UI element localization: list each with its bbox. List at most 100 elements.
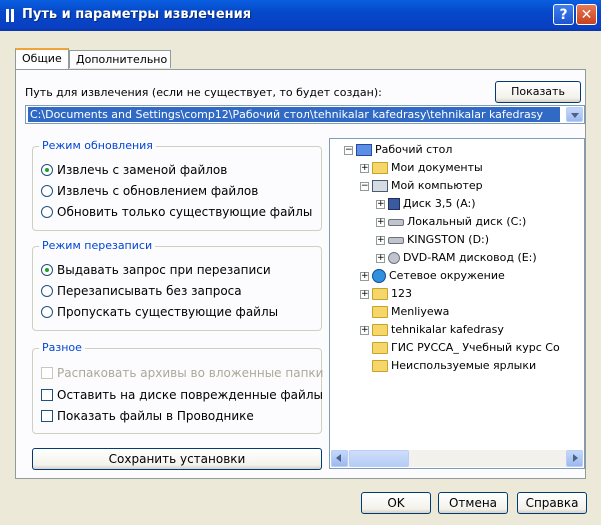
tree-node-dvd-e[interactable]: + DVD-RAM дисковод (E:) bbox=[376, 250, 537, 266]
tree-node-floppy-a[interactable]: + Диск 3,5 (A:) bbox=[376, 196, 476, 212]
expand-toggle-icon[interactable]: + bbox=[376, 217, 385, 227]
update-mode-group: Режим обновления Извлечь с заменой файло… bbox=[32, 139, 322, 231]
tree-node-kingston-d[interactable]: + KINGSTON (D:) bbox=[376, 232, 489, 248]
tab-general[interactable]: Общие bbox=[15, 48, 69, 69]
radio-label: Извлечь с обновлением файлов bbox=[57, 184, 259, 198]
tree-node-123[interactable]: +123 bbox=[360, 286, 412, 302]
folder-icon bbox=[372, 324, 388, 336]
show-button[interactable]: Показать bbox=[495, 81, 581, 103]
radio-selected-icon[interactable] bbox=[41, 264, 53, 276]
radio-overwrite-without-prompt[interactable]: Перезаписывать без запроса bbox=[41, 284, 242, 298]
computer-icon bbox=[372, 180, 388, 192]
title-bar[interactable]: Путь и параметры извлечения ? ✕ bbox=[0, 0, 601, 31]
collapse-toggle-icon[interactable]: − bbox=[344, 145, 353, 155]
folder-icon bbox=[372, 360, 388, 372]
expand-toggle-icon[interactable]: + bbox=[376, 253, 385, 263]
extract-path-value[interactable]: C:\Documents and Settings\comp12\Рабочий… bbox=[28, 107, 560, 122]
tree-node-label: Диск 3,5 (A:) bbox=[403, 197, 476, 210]
tree-node-tehnikalar-kafedrasy[interactable]: + tehnikalar kafedrasy bbox=[360, 322, 504, 338]
scroll-left-icon[interactable] bbox=[331, 450, 348, 467]
tree-node-label: tehnikalar kafedrasy bbox=[391, 323, 504, 336]
expand-toggle-icon[interactable]: + bbox=[360, 271, 369, 281]
radio-ask-before-overwrite[interactable]: Выдавать запрос при перезаписи bbox=[41, 263, 271, 277]
checkbox-label: Оставить на диске поврежденные файлы bbox=[57, 388, 323, 402]
tree-node-menliyewa[interactable]: Menliyewa bbox=[372, 304, 449, 320]
checkbox-label: Показать файлы в Проводнике bbox=[57, 409, 254, 423]
expand-toggle-icon[interactable]: + bbox=[360, 325, 369, 335]
tree-node-label: DVD-RAM дисковод (E:) bbox=[403, 251, 537, 264]
tree-node-gis-russa[interactable]: ГИС РУССА_ Учебный курс Со bbox=[372, 340, 560, 356]
tree-node-label: Мой компьютер bbox=[391, 179, 483, 192]
radio-icon[interactable] bbox=[41, 206, 53, 218]
expand-toggle-icon[interactable]: + bbox=[360, 163, 369, 173]
checkbox-label: Распаковать архивы во вложенные папки bbox=[57, 366, 324, 380]
cancel-button[interactable]: Отмена bbox=[438, 492, 508, 514]
expand-toggle-icon[interactable]: + bbox=[376, 199, 385, 209]
horizontal-scrollbar[interactable] bbox=[331, 450, 583, 467]
radio-selected-icon[interactable] bbox=[41, 164, 53, 176]
radio-replace-files[interactable]: Извлечь с заменой файлов bbox=[41, 163, 227, 177]
radio-label: Обновить только существующие файлы bbox=[57, 205, 313, 219]
tree-node-desktop[interactable]: − Рабочий стол bbox=[344, 142, 452, 158]
tree-node-label: ГИС РУССА_ Учебный курс Со bbox=[391, 341, 560, 354]
tree-node-label: Сетевое окружение bbox=[389, 269, 505, 282]
tree-node-label: 123 bbox=[391, 287, 412, 300]
folder-icon bbox=[372, 306, 388, 318]
help-title-button[interactable]: ? bbox=[553, 4, 574, 25]
folder-tree[interactable]: − Рабочий стол + Мои документы − Мой компью… bbox=[329, 138, 585, 469]
folder-icon bbox=[372, 342, 388, 354]
overwrite-mode-group: Режим перезаписи Выдавать запрос при пер… bbox=[32, 239, 322, 331]
tree-node-label: Локальный диск (C:) bbox=[407, 215, 527, 228]
tree-node-my-documents[interactable]: + Мои документы bbox=[360, 160, 483, 176]
close-icon[interactable]: ✕ bbox=[576, 4, 597, 25]
extraction-dialog: Путь и параметры извлечения ? ✕ Общие До… bbox=[0, 0, 601, 525]
tree-node-network[interactable]: + Сетевое окружение bbox=[360, 268, 505, 284]
hard-disk-icon bbox=[388, 218, 404, 226]
tree-node-label: Мои документы bbox=[391, 161, 483, 174]
checkbox-icon[interactable] bbox=[41, 410, 53, 422]
checkbox-keep-broken[interactable]: Оставить на диске поврежденные файлы bbox=[41, 388, 323, 402]
extract-path-combobox[interactable]: C:\Documents and Settings\comp12\Рабочий… bbox=[25, 105, 585, 124]
window-title: Путь и параметры извлечения bbox=[22, 7, 252, 22]
scroll-right-icon[interactable] bbox=[566, 450, 583, 467]
tree-node-label: Неиспользуемые ярлыки bbox=[391, 359, 537, 372]
radio-refresh-existing[interactable]: Обновить только существующие файлы bbox=[41, 205, 312, 219]
collapse-toggle-icon[interactable]: − bbox=[360, 181, 369, 191]
tree-node-label: KINGSTON (D:) bbox=[407, 233, 490, 246]
dvd-drive-icon bbox=[388, 252, 400, 264]
ok-button[interactable]: OK bbox=[361, 492, 431, 514]
radio-update-files[interactable]: Извлечь с обновлением файлов bbox=[41, 184, 258, 198]
removable-disk-icon bbox=[388, 236, 404, 244]
radio-label: Пропускать существующие файлы bbox=[57, 305, 279, 319]
expand-toggle-icon[interactable]: + bbox=[360, 289, 369, 299]
network-icon bbox=[372, 269, 386, 283]
floppy-drive-icon bbox=[388, 198, 400, 210]
checkbox-show-in-explorer[interactable]: Показать файлы в Проводнике bbox=[41, 409, 254, 423]
tree-node-my-computer[interactable]: − Мой компьютер bbox=[360, 178, 483, 194]
save-settings-button[interactable]: Сохранить установки bbox=[32, 448, 322, 470]
documents-folder-icon bbox=[372, 162, 388, 174]
scroll-thumb[interactable] bbox=[349, 450, 409, 467]
radio-icon[interactable] bbox=[41, 285, 53, 297]
checkbox-icon[interactable] bbox=[41, 389, 53, 401]
tree-node-label: Рабочий стол bbox=[375, 143, 453, 156]
update-mode-title: Режим обновления bbox=[39, 139, 156, 152]
radio-skip-existing[interactable]: Пропускать существующие файлы bbox=[41, 305, 278, 319]
checkbox-extract-nested: Распаковать архивы во вложенные папки bbox=[41, 366, 323, 380]
tab-advanced[interactable]: Дополнительно bbox=[69, 50, 171, 68]
folder-icon bbox=[372, 288, 388, 300]
radio-icon[interactable] bbox=[41, 306, 53, 318]
tree-node-unused-shortcuts[interactable]: Неиспользуемые ярлыки bbox=[372, 358, 536, 374]
tree-node-local-disk-c[interactable]: + Локальный диск (C:) bbox=[376, 214, 526, 230]
app-icon bbox=[6, 9, 14, 22]
expand-toggle-icon[interactable]: + bbox=[376, 235, 385, 245]
desktop-icon bbox=[356, 144, 372, 156]
help-button[interactable]: Справка bbox=[517, 492, 587, 514]
misc-title: Разное bbox=[39, 341, 85, 354]
misc-group: Разное Распаковать архивы во вложенные п… bbox=[32, 341, 323, 434]
path-label: Путь для извлечения (если не существует,… bbox=[25, 86, 382, 99]
chevron-down-icon[interactable] bbox=[566, 107, 583, 122]
radio-icon[interactable] bbox=[41, 185, 53, 197]
overwrite-mode-title: Режим перезаписи bbox=[39, 239, 156, 252]
checkbox-icon bbox=[41, 367, 53, 379]
